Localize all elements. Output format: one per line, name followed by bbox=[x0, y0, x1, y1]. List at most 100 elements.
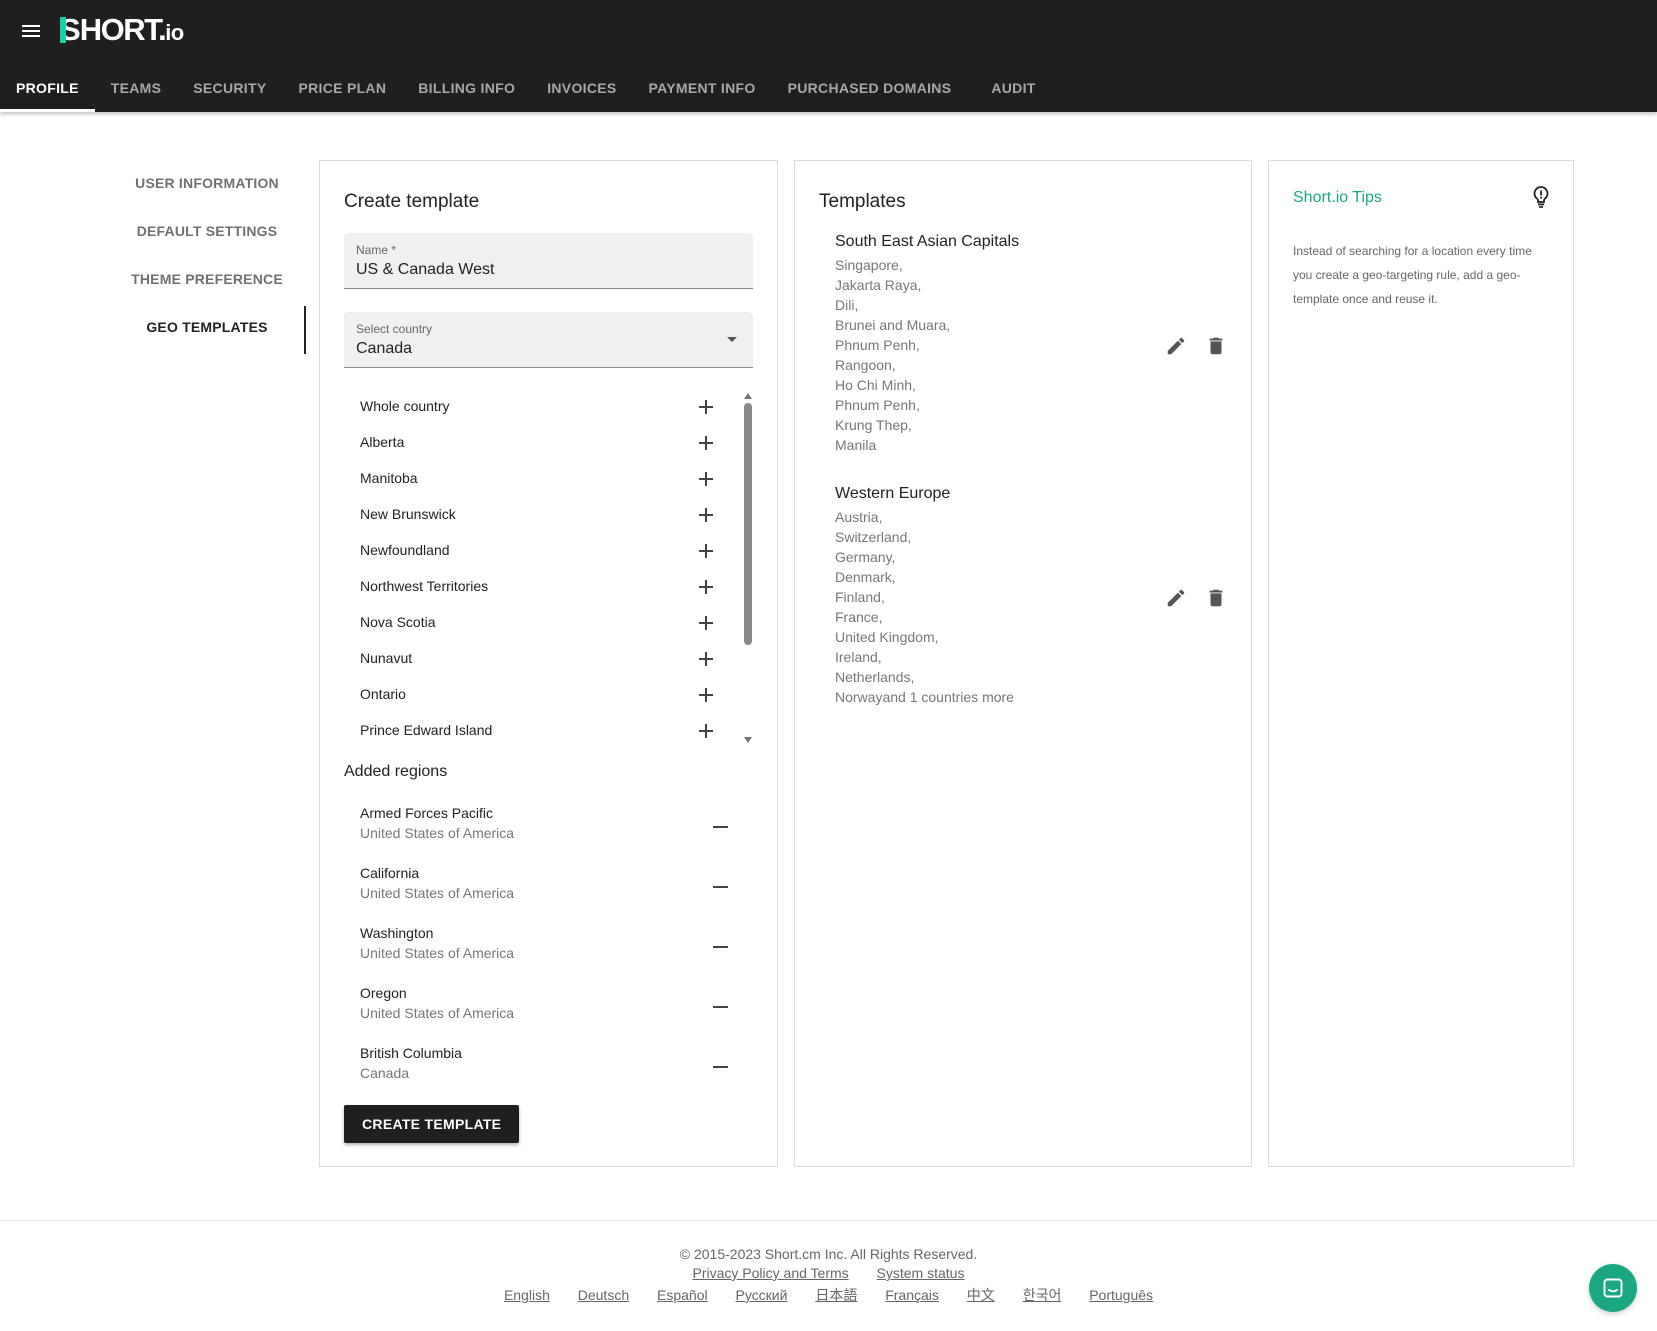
tab-price-plan[interactable]: PRICE PLAN bbox=[282, 68, 402, 112]
added-region-item: Oregon United States of America bbox=[344, 975, 753, 1031]
template-location: Jakarta Raya, bbox=[835, 277, 922, 293]
subnav-theme-preference[interactable]: THEME PREFERENCE bbox=[110, 258, 304, 306]
added-regions-title: Added regions bbox=[344, 763, 448, 780]
region-item[interactable]: New Brunswick bbox=[344, 497, 734, 533]
region-item[interactable]: Whole country bbox=[344, 389, 734, 425]
template-location: Singapore, bbox=[835, 257, 903, 273]
remove-region-icon[interactable] bbox=[710, 817, 730, 837]
add-region-icon[interactable] bbox=[696, 721, 716, 741]
tab-security[interactable]: SECURITY bbox=[177, 68, 282, 112]
added-region-name: British Columbia bbox=[360, 1045, 462, 1061]
select-country-dropdown[interactable]: Select country Canada bbox=[344, 312, 753, 368]
tab-billing-info[interactable]: BILLING INFO bbox=[402, 68, 531, 112]
region-item[interactable]: Nunavut bbox=[344, 641, 734, 677]
language-link-russian[interactable]: Русский bbox=[735, 1287, 787, 1303]
scroll-up-arrow-icon[interactable] bbox=[744, 393, 752, 399]
chat-icon bbox=[1603, 1278, 1623, 1298]
tab-audit[interactable]: AUDIT bbox=[975, 68, 1051, 112]
add-region-icon[interactable] bbox=[696, 613, 716, 633]
region-label: Nova Scotia bbox=[360, 614, 436, 630]
tips-card: Short.io Tips Instead of searching for a… bbox=[1268, 160, 1574, 1167]
region-item[interactable]: Nova Scotia bbox=[344, 605, 734, 641]
subnav-geo-templates[interactable]: GEO TEMPLATES bbox=[110, 306, 306, 354]
add-region-icon[interactable] bbox=[696, 433, 716, 453]
template-location: United Kingdom, bbox=[835, 629, 939, 645]
language-link-francais[interactable]: Français bbox=[885, 1287, 939, 1303]
template-location: Austria, bbox=[835, 509, 883, 525]
scroll-down-arrow-icon[interactable] bbox=[744, 737, 752, 743]
template-location: Ho Chi Minh, bbox=[835, 377, 916, 393]
shortio-logo[interactable]: S HORT. io bbox=[60, 12, 184, 52]
add-region-icon[interactable] bbox=[696, 649, 716, 669]
region-item[interactable]: Alberta bbox=[344, 425, 734, 461]
remove-region-icon[interactable] bbox=[710, 877, 730, 897]
language-link-korean[interactable]: 한국어 bbox=[1023, 1287, 1062, 1303]
add-region-icon[interactable] bbox=[696, 505, 716, 525]
privacy-policy-link[interactable]: Privacy Policy and Terms bbox=[693, 1265, 849, 1281]
region-list[interactable]: Whole country Alberta Manitoba New Bruns… bbox=[344, 389, 753, 749]
region-label: Alberta bbox=[360, 434, 405, 450]
tab-payment-info[interactable]: PAYMENT INFO bbox=[633, 68, 772, 112]
add-region-icon[interactable] bbox=[696, 469, 716, 489]
region-label: Newfoundland bbox=[360, 542, 450, 558]
template-name-field[interactable]: Name * US & Canada West bbox=[344, 233, 753, 289]
add-region-icon[interactable] bbox=[696, 541, 716, 561]
tips-text: Instead of searching for a location ever… bbox=[1293, 244, 1532, 306]
language-link-deutsch[interactable]: Deutsch bbox=[578, 1287, 629, 1303]
region-item[interactable]: Prince Edward Island bbox=[344, 713, 734, 749]
added-region-item: California United States of America bbox=[344, 855, 753, 911]
language-link-english[interactable]: English bbox=[504, 1287, 550, 1303]
template-location: Phnum Penh, bbox=[835, 397, 920, 413]
template-location: Ireland, bbox=[835, 649, 882, 665]
add-region-icon[interactable] bbox=[696, 685, 716, 705]
tab-invoices[interactable]: INVOICES bbox=[531, 68, 632, 112]
remove-region-icon[interactable] bbox=[710, 1057, 730, 1077]
edit-pencil-icon[interactable] bbox=[1165, 335, 1187, 357]
region-item[interactable]: Northwest Territories bbox=[344, 569, 734, 605]
create-template-card: Create template Name * US & Canada West … bbox=[319, 160, 778, 1167]
tab-teams[interactable]: TEAMS bbox=[95, 68, 178, 112]
edit-pencil-icon[interactable] bbox=[1165, 587, 1187, 609]
hamburger-menu-icon[interactable] bbox=[20, 22, 42, 42]
subnav-default-settings[interactable]: DEFAULT SETTINGS bbox=[110, 210, 304, 258]
template-location: France, bbox=[835, 609, 883, 625]
create-template-button[interactable]: CREATE TEMPLATE bbox=[344, 1105, 520, 1143]
scroll-thumb[interactable] bbox=[744, 403, 752, 645]
region-label: Manitoba bbox=[360, 470, 418, 486]
added-region-name: Oregon bbox=[360, 985, 407, 1001]
added-region-name: California bbox=[360, 865, 420, 881]
tab-purchased-domains[interactable]: PURCHASED DOMAINS bbox=[772, 68, 976, 112]
template-location: Germany, bbox=[835, 549, 896, 565]
footer-links: Privacy Policy and Terms System status bbox=[0, 1265, 1657, 1281]
templates-title: Templates bbox=[819, 191, 906, 212]
region-label: Ontario bbox=[360, 686, 406, 702]
chat-launcher-button[interactable] bbox=[1589, 1264, 1637, 1312]
template-location: Norwayand 1 countries more bbox=[835, 689, 1014, 705]
template-item: South East Asian Capitals Singapore, Jak… bbox=[835, 233, 1235, 455]
region-item[interactable]: Newfoundland bbox=[344, 533, 734, 569]
language-link-espanol[interactable]: Español bbox=[657, 1287, 708, 1303]
system-status-link[interactable]: System status bbox=[877, 1265, 965, 1281]
language-link-portugues[interactable]: Português bbox=[1089, 1287, 1153, 1303]
region-item[interactable]: Manitoba bbox=[344, 461, 734, 497]
added-region-country: Canada bbox=[360, 1065, 410, 1081]
region-list-scrollbar[interactable] bbox=[742, 389, 753, 749]
template-location: Rangoon, bbox=[835, 357, 896, 373]
tips-title: Short.io Tips bbox=[1293, 189, 1382, 206]
region-label: Northwest Territories bbox=[360, 578, 489, 594]
delete-trash-icon[interactable] bbox=[1205, 335, 1227, 357]
remove-region-icon[interactable] bbox=[710, 997, 730, 1017]
remove-region-icon[interactable] bbox=[710, 937, 730, 957]
add-region-icon[interactable] bbox=[696, 397, 716, 417]
subnav-user-information[interactable]: USER INFORMATION bbox=[110, 162, 304, 210]
template-item: Western Europe Austria, Switzerland, Ger… bbox=[835, 485, 1235, 707]
tab-profile[interactable]: PROFILE bbox=[0, 68, 95, 112]
added-region-country: United States of America bbox=[360, 945, 515, 961]
region-item[interactable]: Ontario bbox=[344, 677, 734, 713]
add-region-icon[interactable] bbox=[696, 577, 716, 597]
template-name-value[interactable]: US & Canada West bbox=[356, 261, 494, 279]
delete-trash-icon[interactable] bbox=[1205, 587, 1227, 609]
language-link-chinese[interactable]: 中文 bbox=[967, 1287, 995, 1303]
template-location: Krung Thep, bbox=[835, 417, 912, 433]
language-link-japanese[interactable]: 日本語 bbox=[815, 1287, 857, 1303]
